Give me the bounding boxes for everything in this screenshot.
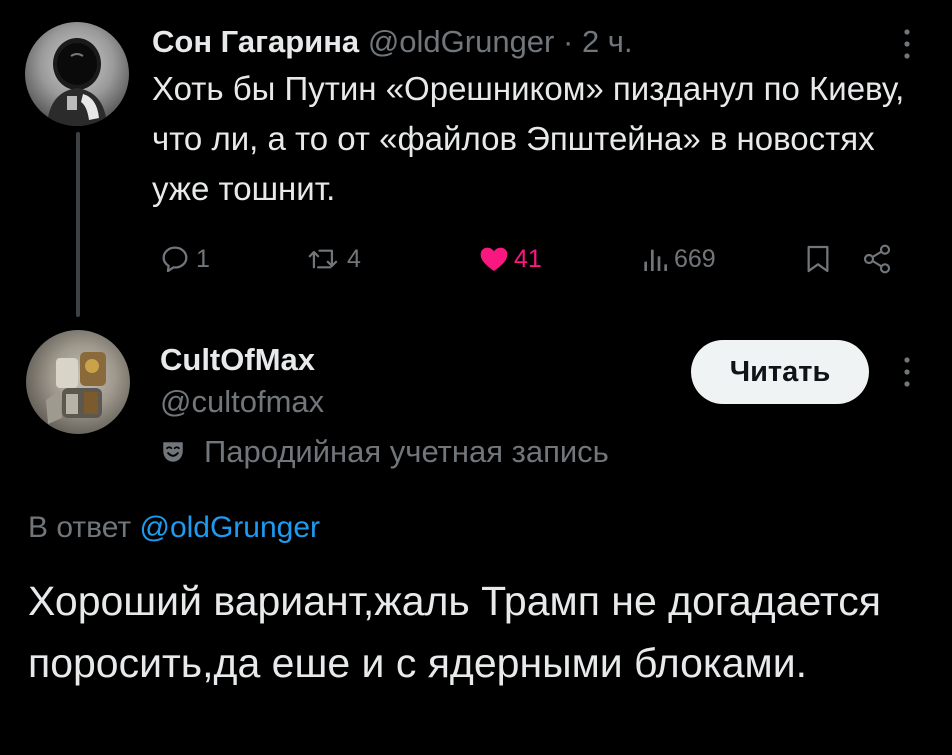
tweet1-handle[interactable]: @oldGrunger [368, 24, 555, 59]
tweet2-text: Хороший вариант,жаль Трамп не догадается… [28, 578, 881, 686]
tweet1-time[interactable]: 2 ч. [582, 24, 633, 59]
bookmark-icon [807, 245, 829, 273]
like-count: 41 [514, 244, 542, 273]
parody-mask-icon [163, 442, 183, 462]
thread-connector-line [76, 132, 80, 317]
retweet-button[interactable]: 4 [307, 236, 361, 282]
parody-account-label: Пародийная учетная запись [160, 432, 609, 472]
tweet1-text: Хоть бы Путин «Орешником» пизданул по Ки… [152, 70, 905, 207]
views-icon [644, 249, 667, 271]
views-button[interactable]: 669 [640, 236, 716, 282]
share-button[interactable] [860, 236, 894, 282]
tweet1-author-name[interactable]: Сон Гагарина [152, 24, 359, 59]
parody-label-text: Пародийная учетная запись [204, 434, 609, 469]
reply-to-prefix: В ответ [28, 511, 132, 544]
heart-icon [480, 247, 508, 271]
tweet2-handle[interactable]: @cultofmax [160, 382, 324, 422]
retweet-count: 4 [347, 244, 361, 273]
reply-to-handle-link[interactable]: @oldGrunger [139, 511, 320, 544]
reply-button[interactable]: 1 [158, 236, 210, 282]
avatar-cultofmax[interactable] [26, 330, 130, 434]
reply-icon [162, 246, 188, 273]
astronaut-avatar-image [47, 38, 107, 126]
tweet2-author-name[interactable]: CultOfMax [160, 340, 315, 380]
tweet1-header: Сон Гагарина @oldGrunger · 2 ч. [152, 22, 633, 62]
share-icon [863, 244, 891, 274]
reply-count: 1 [196, 244, 210, 273]
bookmark-button[interactable] [803, 236, 833, 282]
retweet-icon [308, 249, 338, 269]
robot-avatar-image [46, 352, 106, 424]
views-count: 669 [674, 244, 716, 273]
follow-button[interactable]: Читать [691, 340, 869, 404]
avatar-son-gagarina[interactable] [25, 22, 129, 126]
like-button[interactable]: 41 [478, 236, 542, 282]
more-vertical-icon[interactable] [899, 24, 915, 64]
tweet1-separator: · [563, 24, 574, 59]
more-vertical-icon[interactable] [899, 352, 915, 392]
reply-to-line: В ответ @oldGrunger [28, 508, 320, 548]
